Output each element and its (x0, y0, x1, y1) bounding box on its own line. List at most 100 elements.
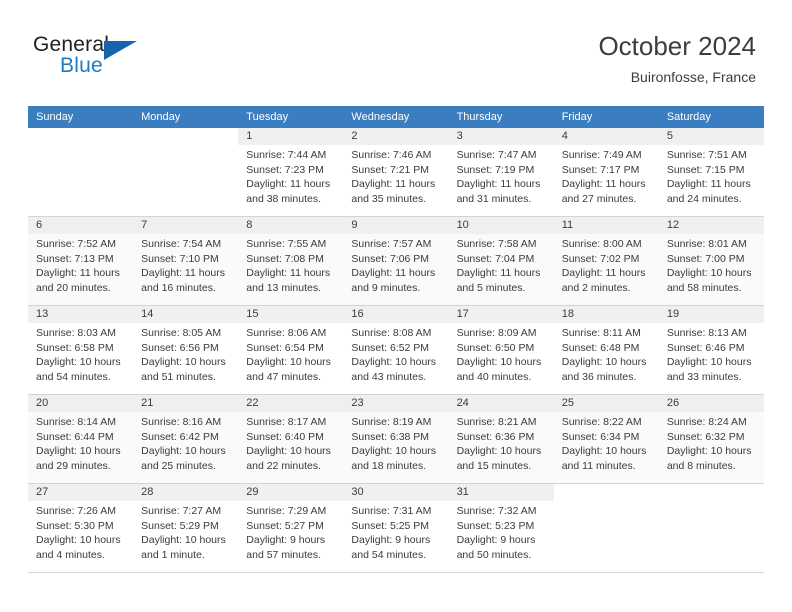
general-blue-logo[interactable]: General Blue (33, 33, 163, 83)
daylight-text: Daylight: 10 hours (246, 356, 331, 368)
daylight-text-cont: and 20 minutes. (36, 281, 111, 294)
weekday-header-thursday: Thursday (448, 106, 554, 128)
calendar-cell-inner: 22 Sunrise: 8:17 AM Sunset: 6:40 PM Dayligh… (238, 395, 344, 484)
calendar-cell-inner: 20 Sunrise: 8:14 AM Sunset: 6:44 PM Dayligh… (28, 395, 134, 484)
day-number: 23 (343, 395, 449, 412)
calendar-day-cell[interactable]: 28 Sunrise: 7:27 AM Sunset: 5:29 PM Dayligh… (133, 484, 239, 573)
calendar-day-cell[interactable]: 29 Sunrise: 7:29 AM Sunset: 5:27 PM Dayligh… (238, 484, 344, 573)
daylight-text-cont: and 27 minutes. (561, 192, 637, 205)
calendar-cell-inner: 13 Sunrise: 8:03 AM Sunset: 6:58 PM Dayligh… (28, 306, 134, 395)
calendar-day-cell[interactable]: 10 Sunrise: 7:58 AM Sunset: 7:04 PM Dayligh… (448, 217, 554, 306)
calendar-day-cell[interactable]: 18 Sunrise: 8:11 AM Sunset: 6:48 PM Dayligh… (553, 306, 659, 395)
calendar-day-cell[interactable]: 24 Sunrise: 8:21 AM Sunset: 6:36 PM Dayligh… (448, 395, 554, 484)
weekday-header-monday: Monday (133, 106, 239, 128)
day-details: Sunrise: 7:32 AM Sunset: 5:23 PM Daylight:… (449, 501, 554, 562)
day-number: 17 (448, 306, 554, 323)
calendar-cell-inner: 30 Sunrise: 7:31 AM Sunset: 5:25 PM Dayligh… (343, 484, 449, 573)
calendar-day-cell[interactable]: 5 Sunrise: 7:51 AM Sunset: 7:15 PM Daylight… (658, 128, 764, 217)
daylight-text-cont: and 1 minute. (141, 548, 205, 561)
daylight-text: Daylight: 10 hours (561, 445, 647, 457)
day-number: 1 (238, 128, 344, 145)
calendar-day-cell[interactable]: 6 Sunrise: 7:52 AM Sunset: 7:13 PM Daylight… (28, 217, 134, 306)
daylight-text: Daylight: 9 hours (246, 534, 326, 546)
calendar-day-cell[interactable]: 22 Sunrise: 8:17 AM Sunset: 6:40 PM Dayligh… (238, 395, 344, 484)
calendar-cell-inner: 31 Sunrise: 7:32 AM Sunset: 5:23 PM Dayligh… (448, 484, 554, 573)
daylight-text-cont: and 5 minutes. (456, 281, 526, 294)
calendar-cell-inner: 2 Sunrise: 7:46 AM Sunset: 7:21 PM Daylight… (343, 128, 449, 217)
daylight-text: Daylight: 11 hours (351, 178, 436, 190)
calendar-grid: Sunday Monday Tuesday Wednesday Thursday… (28, 106, 764, 573)
sunset-text: Sunset: 6:42 PM (141, 430, 219, 443)
sunrise-text: Sunrise: 8:01 AM (666, 238, 747, 250)
calendar-day-cell[interactable]: 14 Sunrise: 8:05 AM Sunset: 6:56 PM Dayligh… (133, 306, 239, 395)
daylight-text: Daylight: 11 hours (36, 267, 120, 279)
day-details: Sunrise: 8:08 AM Sunset: 6:52 PM Daylight:… (343, 323, 448, 384)
day-number: 9 (343, 217, 449, 234)
day-number: 15 (238, 306, 344, 323)
calendar-day-cell[interactable]: 25 Sunrise: 8:22 AM Sunset: 6:34 PM Dayligh… (553, 395, 659, 484)
sunset-text: Sunset: 7:15 PM (666, 163, 745, 176)
day-number (554, 484, 659, 501)
daylight-text-cont: and 9 minutes. (351, 281, 421, 294)
sunset-text: Sunset: 6:40 PM (246, 430, 324, 443)
daylight-text: Daylight: 10 hours (666, 356, 752, 368)
sunrise-text: Sunrise: 7:29 AM (246, 505, 327, 517)
calendar-day-cell[interactable]: 21 Sunrise: 8:16 AM Sunset: 6:42 PM Dayligh… (133, 395, 239, 484)
day-details: Sunrise: 7:52 AM Sunset: 7:13 PM Daylight:… (28, 234, 133, 295)
daylight-text: Daylight: 11 hours (456, 267, 541, 279)
calendar-day-cell[interactable]: 30 Sunrise: 7:31 AM Sunset: 5:25 PM Dayligh… (343, 484, 449, 573)
calendar-day-cell[interactable]: 7 Sunrise: 7:54 AM Sunset: 7:10 PM Daylight… (133, 217, 239, 306)
daylight-text-cont: and 4 minutes. (36, 548, 105, 561)
daylight-text-cont: and 25 minutes. (141, 459, 216, 472)
day-details: Sunrise: 7:27 AM Sunset: 5:29 PM Daylight:… (133, 501, 238, 562)
sunset-text: Sunset: 7:06 PM (351, 252, 430, 265)
calendar-day-cell[interactable]: 8 Sunrise: 7:55 AM Sunset: 7:08 PM Daylight… (238, 217, 344, 306)
day-number: 11 (553, 217, 659, 234)
sunrise-text: Sunrise: 8:09 AM (456, 327, 537, 339)
sunset-text: Sunset: 6:48 PM (561, 341, 640, 354)
calendar-day-cell[interactable]: 27 Sunrise: 7:26 AM Sunset: 5:30 PM Dayligh… (28, 484, 134, 573)
day-details: Sunrise: 8:21 AM Sunset: 6:36 PM Daylight:… (449, 412, 554, 473)
calendar-cell-inner: 23 Sunrise: 8:19 AM Sunset: 6:38 PM Dayligh… (343, 395, 449, 484)
daylight-text: Daylight: 11 hours (561, 178, 646, 190)
daylight-text: Daylight: 9 hours (351, 534, 431, 546)
sunset-text: Sunset: 6:50 PM (456, 341, 535, 354)
sunset-text: Sunset: 6:34 PM (561, 430, 640, 443)
calendar-day-cell[interactable]: 11 Sunrise: 8:00 AM Sunset: 7:02 PM Dayligh… (553, 217, 659, 306)
calendar-day-cell[interactable]: 4 Sunrise: 7:49 AM Sunset: 7:17 PM Daylight… (553, 128, 659, 217)
day-number: 5 (658, 128, 764, 145)
calendar-cell-inner: 14 Sunrise: 8:05 AM Sunset: 6:56 PM Dayligh… (133, 306, 239, 395)
daylight-text: Daylight: 11 hours (246, 178, 331, 190)
calendar-day-cell[interactable]: 17 Sunrise: 8:09 AM Sunset: 6:50 PM Dayligh… (448, 306, 554, 395)
calendar-cell-inner: 6 Sunrise: 7:52 AM Sunset: 7:13 PM Daylight… (28, 217, 134, 306)
calendar-day-cell[interactable]: 23 Sunrise: 8:19 AM Sunset: 6:38 PM Dayligh… (343, 395, 449, 484)
calendar-day-cell[interactable]: 2 Sunrise: 7:46 AM Sunset: 7:21 PM Daylight… (343, 128, 449, 217)
sunrise-text: Sunrise: 7:54 AM (141, 238, 222, 250)
calendar-day-cell[interactable]: 3 Sunrise: 7:47 AM Sunset: 7:19 PM Daylight… (448, 128, 554, 217)
calendar-body: 1 Sunrise: 7:44 AM Sunset: 7:23 PM Daylight… (28, 128, 764, 573)
sunset-text: Sunset: 7:19 PM (456, 163, 535, 176)
calendar-day-cell[interactable]: 16 Sunrise: 8:08 AM Sunset: 6:52 PM Dayligh… (343, 306, 449, 395)
calendar-day-cell[interactable]: 31 Sunrise: 7:32 AM Sunset: 5:23 PM Dayligh… (448, 484, 554, 573)
calendar-day-cell[interactable]: 19 Sunrise: 8:13 AM Sunset: 6:46 PM Dayligh… (658, 306, 764, 395)
calendar-day-cell[interactable]: 12 Sunrise: 8:01 AM Sunset: 7:00 PM Dayligh… (658, 217, 764, 306)
day-details: Sunrise: 7:51 AM Sunset: 7:15 PM Daylight:… (659, 145, 764, 206)
sunrise-text: Sunrise: 8:14 AM (36, 416, 116, 428)
sunrise-text: Sunrise: 7:49 AM (561, 149, 642, 161)
sunset-text: Sunset: 7:21 PM (351, 163, 430, 176)
calendar-day-cell[interactable]: 20 Sunrise: 8:14 AM Sunset: 6:44 PM Dayligh… (28, 395, 134, 484)
calendar-week-row: 20 Sunrise: 8:14 AM Sunset: 6:44 PM Dayligh… (28, 395, 764, 484)
calendar-day-cell[interactable]: 15 Sunrise: 8:06 AM Sunset: 6:54 PM Dayligh… (238, 306, 344, 395)
sunrise-text: Sunrise: 8:24 AM (666, 416, 747, 428)
daylight-text: Daylight: 10 hours (351, 356, 437, 368)
day-number: 18 (553, 306, 659, 323)
calendar-day-cell[interactable]: 13 Sunrise: 8:03 AM Sunset: 6:58 PM Dayligh… (28, 306, 134, 395)
calendar-day-cell[interactable]: 1 Sunrise: 7:44 AM Sunset: 7:23 PM Daylight… (238, 128, 344, 217)
day-number: 21 (133, 395, 239, 412)
calendar-cell-inner: 27 Sunrise: 7:26 AM Sunset: 5:30 PM Dayligh… (28, 484, 134, 573)
sunset-text: Sunset: 7:08 PM (246, 252, 324, 265)
weekday-header-saturday: Saturday (658, 106, 764, 128)
calendar-day-cell[interactable]: 9 Sunrise: 7:57 AM Sunset: 7:06 PM Daylight… (343, 217, 449, 306)
calendar-day-cell[interactable]: 26 Sunrise: 8:24 AM Sunset: 6:32 PM Dayligh… (658, 395, 764, 484)
weekday-header-sunday: Sunday (28, 106, 134, 128)
